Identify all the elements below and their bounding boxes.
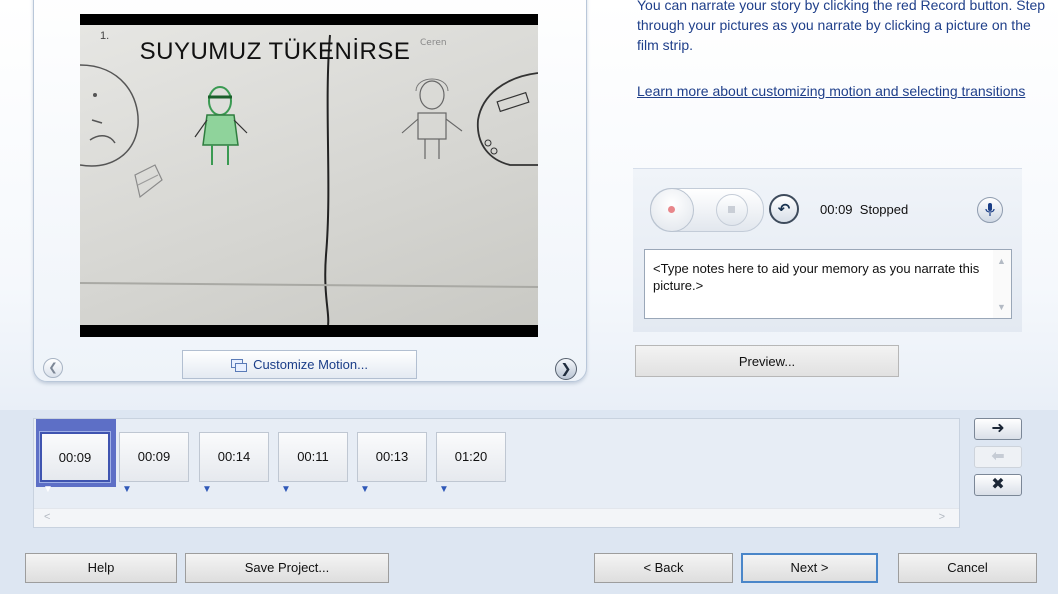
arrow-right-icon: ➜ [991, 420, 1005, 437]
narration-marker-icon: ▼ [360, 484, 370, 495]
previous-picture-button[interactable]: ❮ [43, 358, 63, 378]
microphone-icon [985, 203, 995, 216]
wizard-content: Ceren 1. SUYUMUZ TÜKENİRSE ❮ Customize M… [0, 0, 1058, 410]
thumbnail-duration: 00:11 [297, 449, 329, 464]
move-picture-left-button[interactable]: ⬅ [974, 446, 1022, 468]
thumbnail-duration: 00:13 [375, 449, 409, 464]
picture-title-text: SUYUMUZ TÜKENİRSE [139, 38, 411, 65]
help-button[interactable]: Help [25, 553, 177, 583]
film-strip-thumbnail[interactable]: 00:11 [278, 432, 348, 482]
arrow-left-icon: ⬅ [991, 448, 1005, 465]
narration-marker-icon: ▼ [122, 484, 132, 495]
narration-marker-icon: ▼ [281, 484, 291, 495]
picture-drawing: Ceren [80, 34, 538, 325]
scroll-up-icon: ▲ [997, 256, 1006, 266]
thumbnail-duration: 01:20 [454, 449, 488, 464]
thumbnail-duration: 00:09 [137, 449, 171, 464]
scroll-left-icon: < [44, 511, 51, 523]
record-button[interactable] [650, 188, 694, 232]
undo-narration-button[interactable]: ↶ [769, 194, 799, 224]
narration-marker-icon: ▼ [202, 484, 212, 495]
current-picture: Ceren 1. SUYUMUZ TÜKENİRSE [80, 25, 538, 325]
back-button[interactable]: < Back [594, 553, 733, 583]
thumbnail-duration: 00:09 [58, 450, 92, 465]
recording-state: Stopped [859, 202, 909, 217]
picture-frame: Ceren 1. SUYUMUZ TÜKENİRSE [80, 14, 538, 337]
notes-placeholder: <Type notes here to aid your memory as y… [653, 261, 980, 293]
thumbnail-duration: 00:14 [217, 449, 251, 464]
narration-marker-icon: ▼ [439, 484, 449, 495]
recording-status: 00:09 Stopped [820, 202, 908, 217]
film-strip-thumbnail[interactable]: 00:14 [199, 432, 269, 482]
chevron-left-icon: ❮ [48, 362, 58, 374]
customize-motion-button[interactable]: Customize Motion... [182, 350, 417, 379]
next-button[interactable]: Next > [741, 553, 878, 583]
recording-time: 00:09 [820, 202, 853, 217]
chevron-right-icon: ❯ [560, 361, 572, 376]
film-strip-scrollbar[interactable]: < > [34, 508, 959, 527]
narration-recorder: ↶ 00:09 Stopped <Type notes here to aid … [633, 168, 1022, 332]
preview-button[interactable]: Preview... [635, 345, 899, 377]
picture-preview-panel: Ceren 1. SUYUMUZ TÜKENİRSE ❮ Customize M… [33, 0, 587, 382]
microphone-settings-button[interactable] [977, 197, 1003, 223]
remove-picture-button[interactable]: ✖ [974, 474, 1022, 496]
film-strip-thumbnail[interactable]: 00:09 [119, 432, 189, 482]
move-picture-right-button[interactable]: ➜ [974, 418, 1022, 440]
cancel-button[interactable]: Cancel [898, 553, 1037, 583]
scroll-down-icon: ▼ [997, 302, 1006, 312]
scroll-right-icon: > [938, 511, 945, 523]
close-icon: ✖ [991, 476, 1005, 493]
next-picture-button[interactable]: ❯ [555, 358, 577, 380]
narration-instructions: You can narrate your story by clicking t… [637, 0, 1046, 53]
learn-more-link[interactable]: Learn more about customizing motion and … [637, 81, 1049, 101]
stop-button[interactable] [716, 194, 748, 226]
narration-marker-icon: ▼ [43, 484, 53, 495]
save-project-button[interactable]: Save Project... [185, 553, 389, 583]
customize-motion-label: Customize Motion... [253, 357, 368, 372]
film-strip-thumbnail[interactable]: 00:13 [357, 432, 427, 482]
notes-scrollbar[interactable]: ▲ ▼ [993, 250, 1011, 318]
film-strip-thumbnail[interactable]: 01:20 [436, 432, 506, 482]
film-strip-thumbnail[interactable]: 00:09 [40, 432, 110, 482]
film-strip: 00:09 00:09 00:14 00:11 00:13 01:20 ▼ ▼ … [33, 418, 960, 528]
motion-icon [231, 358, 248, 372]
narration-notes-field[interactable]: <Type notes here to aid your memory as y… [644, 249, 1012, 319]
undo-icon: ↶ [777, 201, 791, 218]
